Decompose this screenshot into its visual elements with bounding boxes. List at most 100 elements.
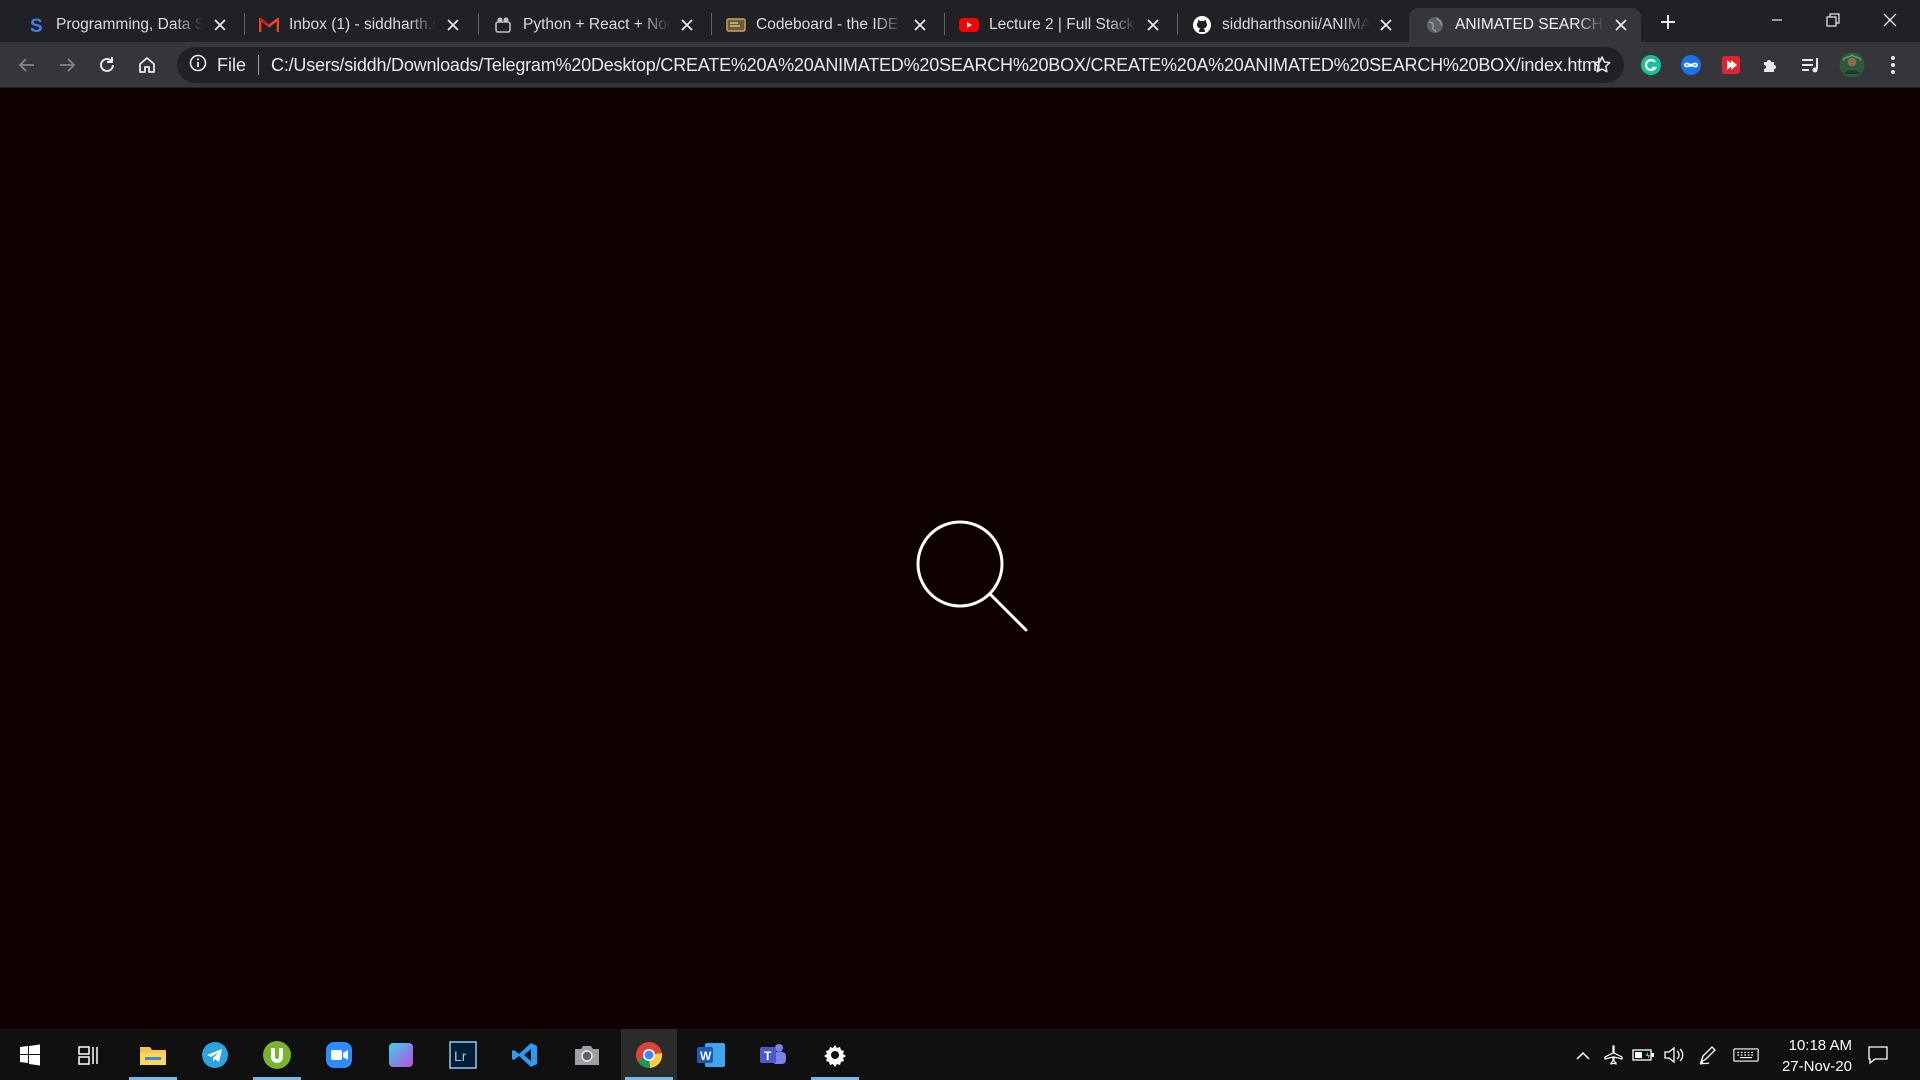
vscode-app[interactable] bbox=[497, 1029, 553, 1080]
airplane-mode-indicator[interactable] bbox=[1600, 1042, 1626, 1068]
address-bar[interactable]: File C:/Users/siddh/Downloads/Telegram%2… bbox=[177, 47, 1624, 83]
lightroom-icon: Lr bbox=[449, 1040, 477, 1069]
search-icon[interactable] bbox=[910, 514, 1040, 644]
tab-title: Lecture 2 | Full Stack Dev bbox=[989, 16, 1137, 33]
close-tab-icon[interactable] bbox=[677, 15, 697, 35]
close-tab-icon[interactable] bbox=[210, 15, 230, 35]
lightroom-app[interactable]: Lr bbox=[435, 1029, 491, 1080]
reload-button[interactable] bbox=[91, 49, 123, 81]
tab-codeboard[interactable]: Codeboard - the IDE for bbox=[710, 8, 940, 42]
gear-icon bbox=[824, 1044, 846, 1067]
puzzle-icon bbox=[1764, 60, 1776, 72]
close-tab-icon[interactable] bbox=[1143, 15, 1163, 35]
bookmark-star-icon[interactable] bbox=[1588, 51, 1616, 79]
tab-animated-search-box[interactable]: ANIMATED SEARCH BOX bbox=[1409, 8, 1641, 42]
media-controls-button[interactable] bbox=[1795, 49, 1827, 81]
reload-icon bbox=[100, 57, 114, 72]
video-speed-icon bbox=[1722, 56, 1740, 74]
page-viewport bbox=[0, 89, 1920, 1029]
tab-github[interactable]: siddharthsonii/ANIMATED bbox=[1176, 8, 1406, 42]
minimize-button[interactable] bbox=[1749, 0, 1805, 40]
close-tab-icon[interactable] bbox=[1611, 15, 1631, 35]
home-icon bbox=[139, 57, 155, 73]
close-tab-icon[interactable] bbox=[910, 15, 930, 35]
file-explorer-icon bbox=[140, 1046, 166, 1065]
utorrent-icon bbox=[263, 1040, 291, 1069]
volume-control[interactable] bbox=[1661, 1042, 1687, 1068]
tab-title: Python + React + Node bbox=[523, 16, 671, 33]
telegram-app[interactable] bbox=[187, 1029, 243, 1080]
kebab-menu-icon bbox=[1891, 56, 1895, 74]
teams-label: T bbox=[764, 1049, 772, 1063]
tab-youtube-lecture[interactable]: Lecture 2 | Full Stack Dev bbox=[943, 8, 1173, 42]
extensions-button[interactable] bbox=[1755, 49, 1787, 81]
tab-title: ANIMATED SEARCH BOX bbox=[1455, 16, 1605, 33]
touch-keyboard-button[interactable] bbox=[1733, 1042, 1759, 1068]
animated-search-box[interactable] bbox=[910, 514, 1040, 644]
svg-text:S: S bbox=[30, 16, 43, 34]
telegram-icon bbox=[202, 1041, 228, 1068]
grammarly-icon bbox=[1641, 55, 1661, 75]
chevron-up-icon bbox=[1576, 1051, 1590, 1060]
zoom-app[interactable] bbox=[311, 1029, 367, 1080]
infinity-icon bbox=[1681, 55, 1701, 75]
avatar bbox=[1839, 52, 1865, 78]
playlist-icon bbox=[1802, 58, 1818, 73]
globe-icon bbox=[1425, 15, 1445, 35]
forward-button[interactable] bbox=[51, 49, 83, 81]
close-tab-icon[interactable] bbox=[1376, 15, 1396, 35]
store-icon bbox=[389, 1042, 413, 1067]
zoom-icon bbox=[326, 1041, 352, 1068]
chrome-app[interactable] bbox=[621, 1029, 677, 1080]
home-button[interactable] bbox=[131, 49, 163, 81]
keyboard-icon bbox=[1733, 1048, 1759, 1062]
video-extension-button[interactable] bbox=[1715, 49, 1747, 81]
scheme-label: File bbox=[217, 54, 247, 75]
word-label: W bbox=[700, 1049, 712, 1063]
back-button[interactable] bbox=[11, 49, 43, 81]
close-tab-icon[interactable] bbox=[443, 15, 463, 35]
tab-title: Inbox (1) - siddharth.soni bbox=[289, 16, 437, 33]
word-icon: W bbox=[697, 1042, 725, 1067]
teams-icon: T bbox=[760, 1043, 786, 1064]
file-explorer-app[interactable] bbox=[125, 1029, 181, 1080]
system-clock[interactable]: 10:18 AM 27-Nov-20 bbox=[1768, 1035, 1852, 1077]
pen-workspace-button[interactable] bbox=[1695, 1042, 1721, 1068]
tab-title: siddharthsonii/ANIMATED bbox=[1222, 16, 1370, 33]
word-app[interactable]: W bbox=[683, 1029, 739, 1080]
camera-app[interactable] bbox=[559, 1029, 615, 1080]
store-app[interactable] bbox=[373, 1029, 429, 1080]
tab-title: Programming, Data Structures bbox=[56, 16, 204, 33]
tab-programming[interactable]: S Programming, Data Structures bbox=[10, 8, 240, 42]
info-icon[interactable] bbox=[189, 54, 207, 77]
start-button[interactable] bbox=[2, 1029, 58, 1080]
notification-icon bbox=[1868, 1046, 1888, 1065]
url-text[interactable]: C:/Users/siddh/Downloads/Telegram%20Desk… bbox=[271, 55, 1601, 76]
teams-app[interactable]: T bbox=[745, 1029, 801, 1080]
task-view-icon bbox=[78, 1045, 98, 1065]
codeboard-icon bbox=[726, 15, 746, 35]
arrow-right-icon bbox=[60, 58, 76, 72]
tab-inbox[interactable]: Inbox (1) - siddharth.soni bbox=[243, 8, 473, 42]
tab-strip: S Programming, Data Structures Inbox (1)… bbox=[0, 0, 1920, 42]
show-hidden-icons-button[interactable] bbox=[1570, 1042, 1596, 1068]
close-window-button[interactable] bbox=[1862, 0, 1918, 40]
tab-python-react-node[interactable]: Python + React + Node bbox=[477, 8, 707, 42]
settings-app[interactable] bbox=[807, 1029, 863, 1080]
grammarly-extension-button[interactable] bbox=[1635, 49, 1667, 81]
github-icon bbox=[1192, 15, 1212, 35]
action-center-button[interactable] bbox=[1864, 1041, 1892, 1069]
plus-icon bbox=[1661, 15, 1675, 29]
task-view-button[interactable] bbox=[61, 1029, 117, 1080]
tab-title: Codeboard - the IDE for bbox=[756, 16, 904, 33]
profile-button[interactable] bbox=[1836, 49, 1868, 81]
restore-button[interactable] bbox=[1805, 0, 1861, 40]
pen-icon bbox=[1699, 1046, 1716, 1065]
menu-button[interactable] bbox=[1877, 49, 1909, 81]
infinity-extension-button[interactable] bbox=[1675, 49, 1707, 81]
airplane-icon bbox=[1604, 1045, 1623, 1065]
utorrent-app[interactable] bbox=[249, 1029, 305, 1080]
battery-indicator[interactable] bbox=[1631, 1042, 1657, 1068]
windows-taskbar: Lr W T 10:18 AM 27-Nov-20 bbox=[0, 1029, 1920, 1080]
new-tab-button[interactable] bbox=[1654, 8, 1682, 36]
